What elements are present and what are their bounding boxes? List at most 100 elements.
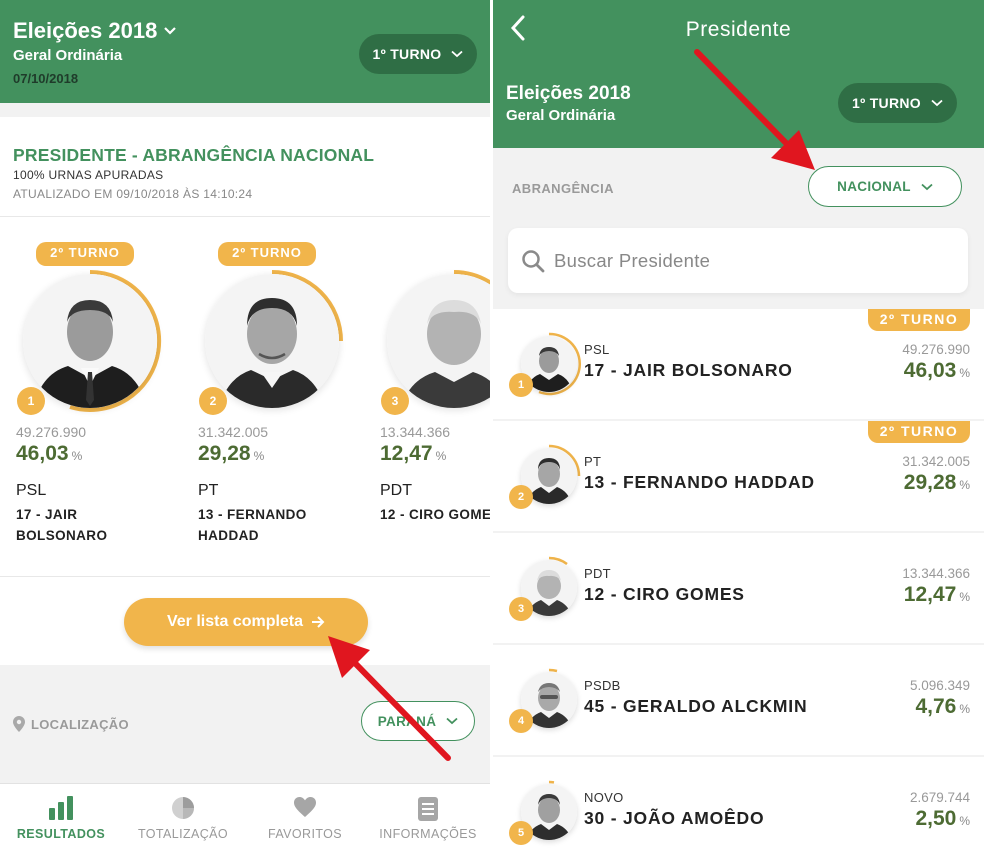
scope-dropdown[interactable]: NACIONAL (808, 166, 962, 207)
rank-badge: 2 (199, 387, 227, 415)
vote-count: 2.679.744 (909, 790, 970, 805)
full-list-button[interactable]: Ver lista completa (124, 598, 368, 646)
second-round-badge: 2º TURNO (218, 242, 316, 266)
candidate-name: 45 - GERALDO ALCKMIN (584, 696, 808, 716)
state-dropdown[interactable]: PARANÁ (361, 701, 475, 741)
percentage-value: 2,50 (915, 807, 957, 830)
tab-totalizacao[interactable]: TOTALIZAÇÃO (122, 784, 244, 848)
pie-chart-icon (172, 797, 194, 819)
vote-count: 31.342.005 (902, 454, 970, 469)
vote-percentage: 12,47% (904, 583, 970, 607)
screen-header: Presidente Eleições 2018 Geral Ordinária… (493, 0, 984, 148)
turno-dropdown[interactable]: 1º TURNO (838, 83, 957, 123)
second-round-badge: 2º TURNO (36, 242, 134, 266)
tab-label: INFORMAÇÕES (379, 827, 477, 841)
results-screen: Eleições 2018 Geral Ordinária 07/10/2018… (0, 0, 490, 848)
vote-count: 31.342.005 (198, 424, 269, 440)
scope-label: ABRANGÊNCIA (512, 181, 614, 196)
rank-badge: 3 (381, 387, 409, 415)
rank-badge: 1 (509, 373, 533, 397)
divider (0, 576, 490, 577)
turno-dropdown[interactable]: 1º TURNO (359, 34, 477, 74)
candidate-name: 17 - JAIR BOLSONARO (584, 360, 793, 380)
election-subtitle: Geral Ordinária (506, 107, 616, 124)
vote-percentage: 2,50% (915, 807, 970, 831)
vote-percentage: 29,28% (198, 442, 264, 466)
party-name: PSL (584, 342, 610, 357)
chevron-down-icon (446, 717, 458, 725)
urnas-status: 100% URNAS APURADAS (13, 168, 164, 182)
scope-value: NACIONAL (837, 179, 911, 194)
election-title: Eleições 2018 (13, 18, 158, 43)
search-placeholder: Buscar Presidente (554, 250, 711, 271)
search-input[interactable]: Buscar Presidente (508, 228, 968, 293)
election-title: Eleições 2018 (506, 83, 631, 104)
bottom-tab-bar: RESULTADOS TOTALIZAÇÃO FAVORITOS INFORMA… (0, 783, 490, 848)
president-list-screen: Presidente Eleições 2018 Geral Ordinária… (493, 0, 984, 848)
location-label-group: LOCALIZAÇÃO (13, 716, 129, 732)
bar-chart-icon (49, 796, 73, 820)
rank-badge: 2 (509, 485, 533, 509)
candidate-row[interactable]: 5 NOVO 30 - JOÃO AMOÊDO 2.679.744 2,50% (493, 757, 984, 848)
candidate-row[interactable]: 2º TURNO 2 PT 13 - FERNANDO HADDAD 31.34… (493, 421, 984, 531)
tab-label: FAVORITOS (268, 827, 342, 841)
percentage-unit: % (959, 366, 970, 380)
percentage-value: 4,76 (915, 695, 957, 718)
rank-badge: 3 (509, 597, 533, 621)
heart-icon (294, 797, 316, 817)
second-round-badge: 2º TURNO (868, 309, 970, 331)
updated-timestamp: ATUALIZADO EM 09/10/2018 ÀS 14:10:24 (13, 187, 253, 201)
candidate-card[interactable]: 2º TURNO 1 49.276.990 46,03% PSL 17 - JA… (13, 242, 183, 572)
election-selector[interactable]: Eleições 2018 (13, 18, 177, 44)
percentage-unit: % (435, 449, 447, 463)
document-icon (418, 797, 438, 821)
candidate-row[interactable]: 3 PDT 12 - CIRO GOMES 13.344.366 12,47% (493, 533, 984, 643)
party-name: PT (198, 482, 219, 499)
section-title: PRESIDENTE - ABRANGÊNCIA NACIONAL (13, 145, 375, 165)
chevron-down-icon (921, 183, 933, 190)
election-date: 07/10/2018 (13, 71, 79, 86)
app-header: Eleições 2018 Geral Ordinária 07/10/2018… (0, 0, 490, 103)
president-card: PRESIDENTE - ABRANGÊNCIA NACIONAL 100% U… (0, 117, 490, 665)
chevron-down-icon (451, 50, 464, 58)
percentage-unit: % (959, 590, 970, 604)
party-name: PDT (584, 566, 611, 581)
arrow-right-icon (312, 616, 325, 628)
election-subtitle: Geral Ordinária (13, 47, 123, 64)
candidate-name: 13 - FERNANDO HADDAD (198, 507, 307, 543)
percentage-unit: % (71, 449, 83, 463)
search-icon (522, 250, 545, 273)
vote-count: 49.276.990 (902, 342, 970, 357)
vote-count: 13.344.366 (902, 566, 970, 581)
tab-favoritos[interactable]: FAVORITOS (244, 784, 366, 848)
full-list-label: Ver lista completa (166, 613, 304, 630)
candidate-card[interactable]: 2º TURNO 2 31.342.005 29,28% PT 13 - FER… (195, 242, 365, 572)
percentage-value: 29,28 (903, 471, 957, 494)
turno-label: 1º TURNO (852, 95, 921, 111)
vote-percentage: 29,28% (904, 471, 970, 495)
percentage-unit: % (959, 478, 970, 492)
percentage-value: 29,28 (198, 442, 251, 465)
screenshot: Eleições 2018 Geral Ordinária 07/10/2018… (0, 0, 984, 848)
chevron-down-icon (931, 99, 943, 107)
percentage-unit: % (959, 702, 970, 716)
party-name: PDT (380, 482, 412, 499)
vote-percentage: 4,76% (915, 695, 970, 719)
map-pin-icon (13, 716, 25, 732)
candidate-photo (23, 274, 157, 408)
candidate-name: 12 - CIRO GOMES (584, 584, 745, 604)
location-row: LOCALIZAÇÃO PARANÁ (0, 680, 490, 770)
candidate-card[interactable]: 3 13.344.366 12,47% PDT 12 - CIRO GOMES (377, 242, 490, 572)
tab-informacoes[interactable]: INFORMAÇÕES (366, 784, 490, 848)
candidate-row[interactable]: 4 PSDB 45 - GERALDO ALCKMIN 5.096.349 4,… (493, 645, 984, 755)
percentage-unit: % (253, 449, 265, 463)
tab-resultados[interactable]: RESULTADOS (0, 784, 122, 848)
tab-label: TOTALIZAÇÃO (137, 827, 229, 841)
candidate-photo (205, 274, 339, 408)
candidate-row[interactable]: 2º TURNO 1 PSL 17 - JAIR BOLSONARO 49.27… (493, 309, 984, 419)
chevron-down-icon (164, 27, 177, 35)
screen-title: Presidente (685, 18, 792, 41)
vote-percentage: 46,03% (904, 359, 970, 383)
location-label: LOCALIZAÇÃO (31, 716, 129, 732)
percentage-value: 12,47 (903, 583, 957, 606)
